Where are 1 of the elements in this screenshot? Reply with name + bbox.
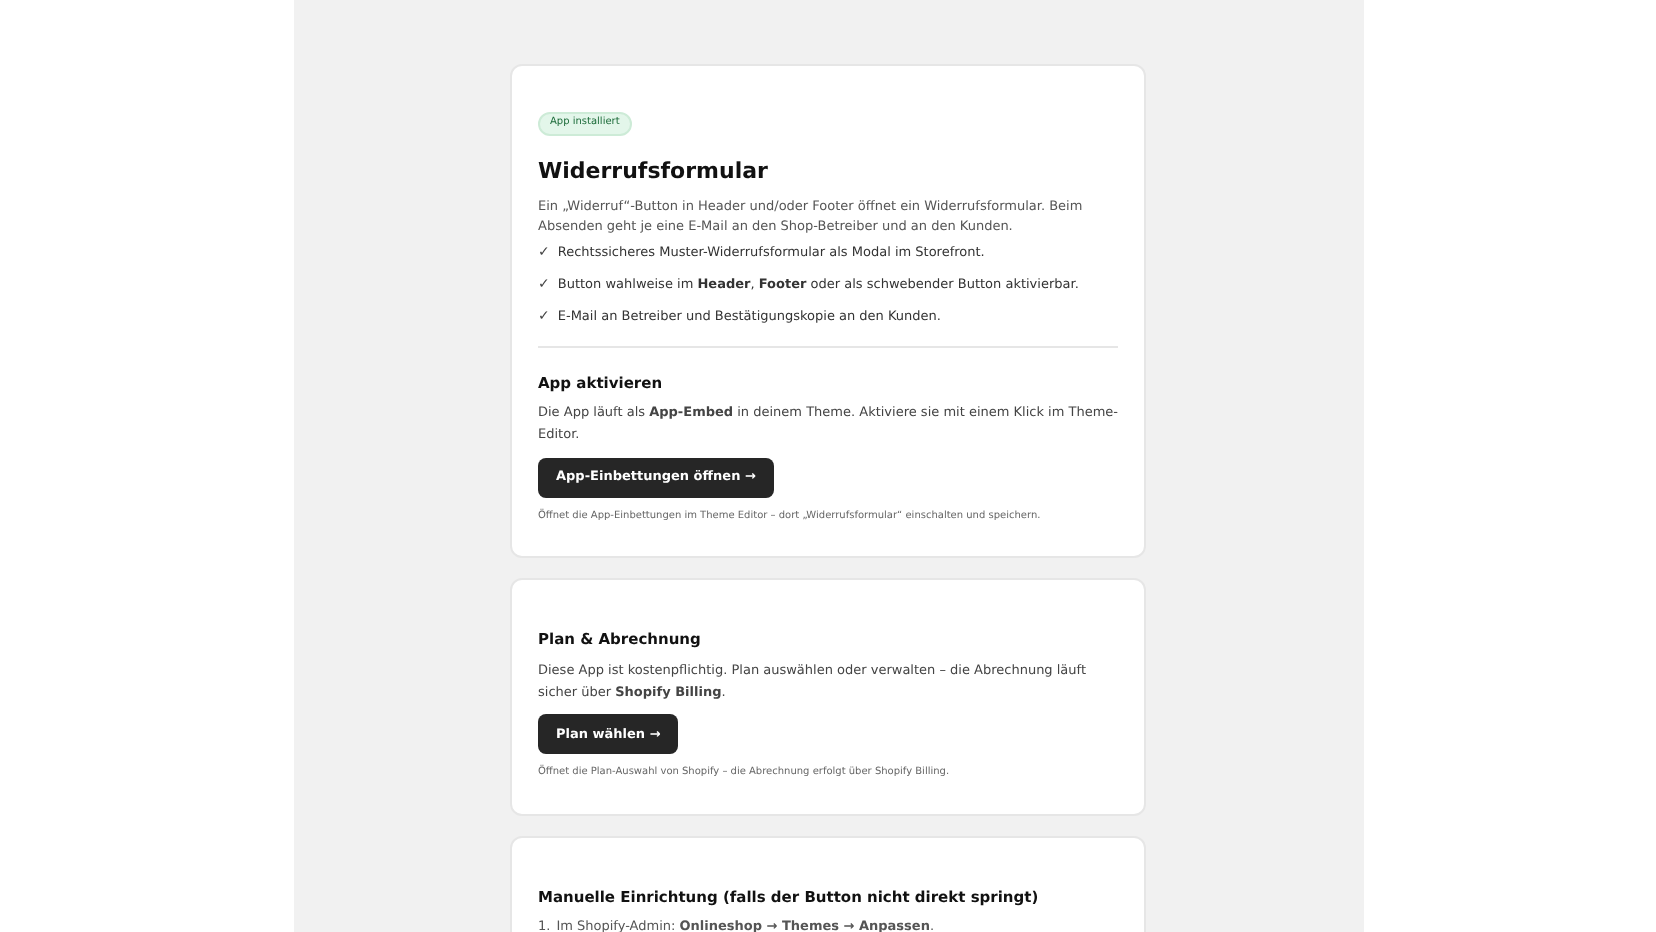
card-title: Widerrufsformular <box>538 156 770 188</box>
